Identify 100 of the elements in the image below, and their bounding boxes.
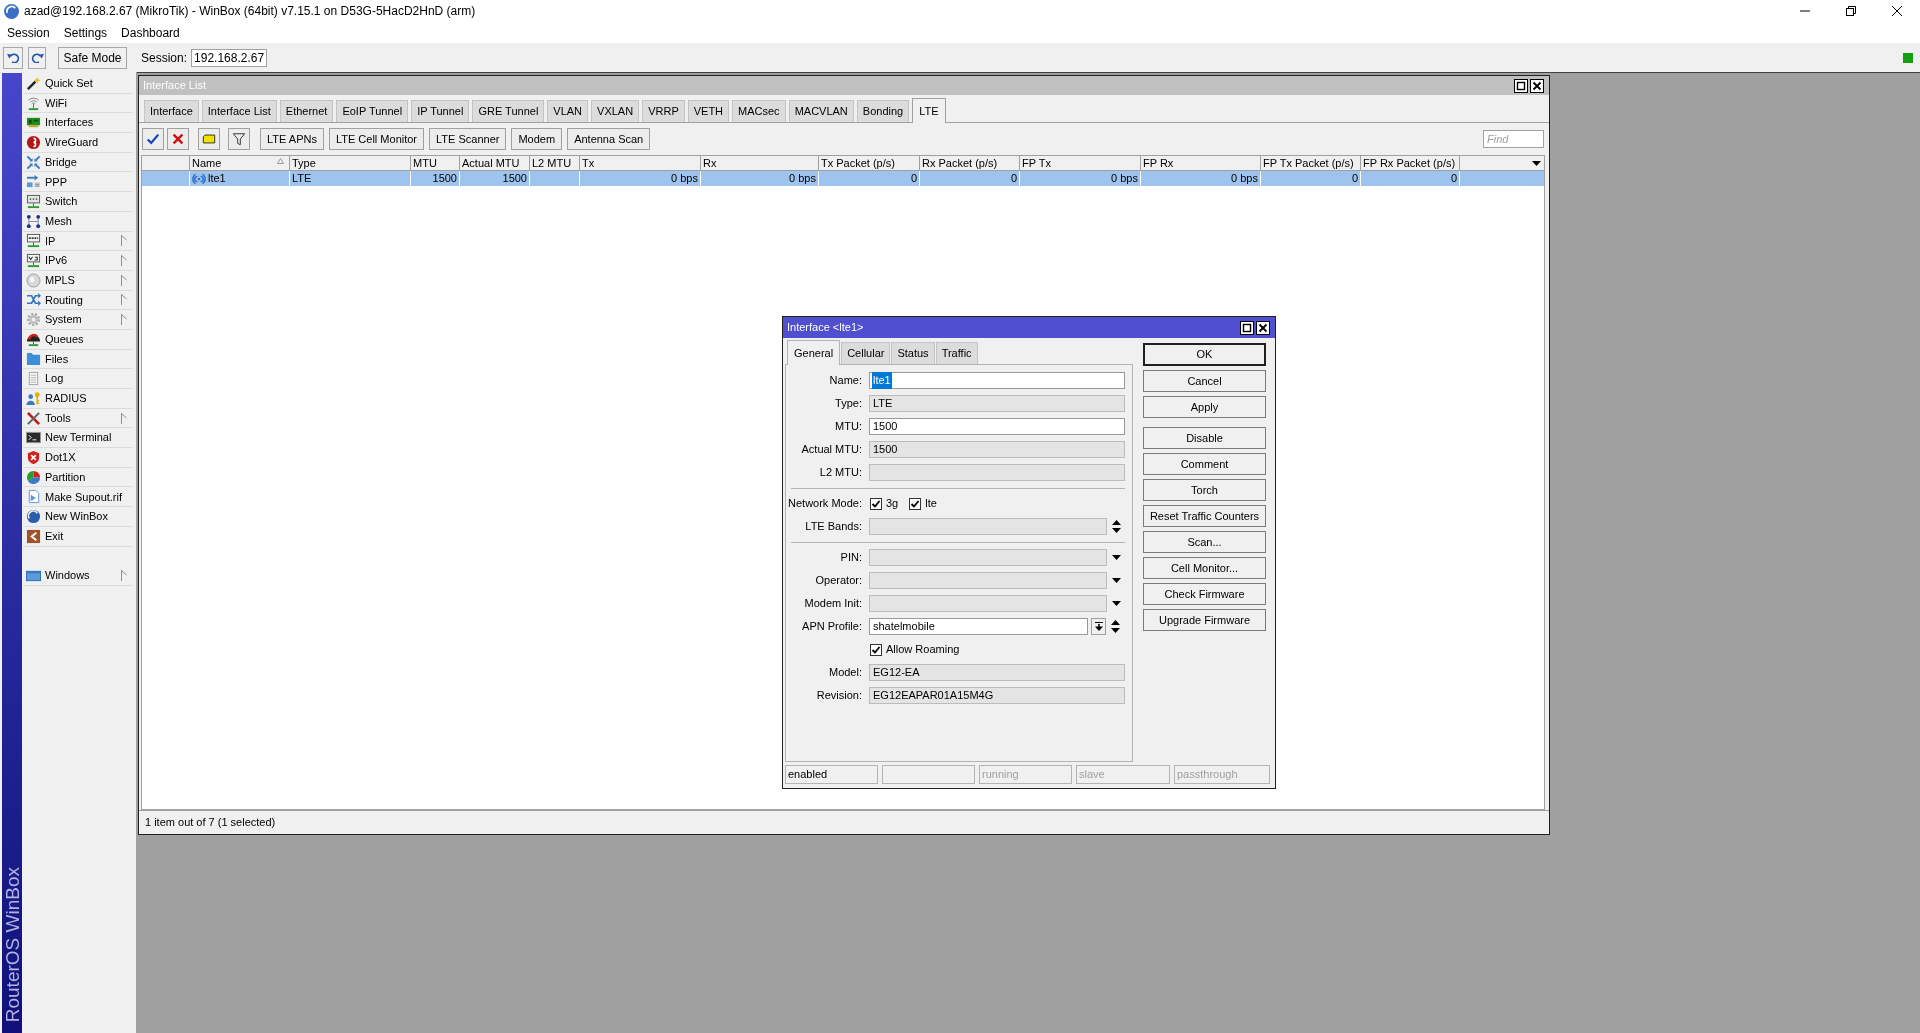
input-field[interactable] xyxy=(869,572,1107,589)
tab[interactable]: IP Tunnel xyxy=(411,100,470,122)
dropdown-arrow-icon[interactable] xyxy=(1111,601,1121,606)
sidebar-item[interactable]: PPP xyxy=(23,172,133,193)
sidebar-item[interactable]: New Terminal xyxy=(23,428,133,449)
dialog-button[interactable]: OK xyxy=(1143,343,1266,366)
dialog-button[interactable]: Upgrade Firmware xyxy=(1143,609,1266,631)
toolbar-button[interactable]: LTE Cell Monitor xyxy=(328,128,425,150)
input-field[interactable]: 1500 xyxy=(869,441,1125,458)
toolbar-button[interactable]: LTE APNs xyxy=(260,128,324,150)
dialog-button[interactable]: Torch xyxy=(1143,479,1266,501)
menu-item[interactable]: Session xyxy=(7,23,50,42)
column-header[interactable]: Tx xyxy=(580,156,701,171)
dialog-button[interactable]: Apply xyxy=(1143,396,1266,418)
dialog-button[interactable]: Disable xyxy=(1143,427,1266,449)
checkbox[interactable] xyxy=(909,497,922,510)
column-header[interactable]: Tx Packet (p/s) xyxy=(819,156,920,171)
redo-button[interactable] xyxy=(28,46,46,69)
sidebar-item[interactable]: RADIUS xyxy=(23,389,133,409)
filter-button[interactable] xyxy=(228,128,250,150)
sidebar-item[interactable]: Tools xyxy=(23,408,133,429)
input-field[interactable]: shatelmobile xyxy=(869,618,1088,635)
safe-mode-button[interactable]: Safe Mode xyxy=(58,46,127,69)
dialog-button[interactable]: Cell Monitor... xyxy=(1143,557,1266,579)
tab[interactable]: Interface xyxy=(144,100,199,122)
input-field[interactable] xyxy=(869,518,1107,535)
tab[interactable]: General xyxy=(787,340,841,365)
column-header[interactable]: L2 MTU xyxy=(530,156,580,171)
toolbar-button[interactable]: Modem xyxy=(511,128,563,150)
tab[interactable]: VLAN xyxy=(547,100,589,122)
close-icon[interactable] xyxy=(1530,78,1544,93)
sidebar-item[interactable]: WiFi xyxy=(23,93,133,114)
column-header[interactable]: FP Tx xyxy=(1020,156,1141,171)
cross-button[interactable] xyxy=(167,128,189,150)
restore-icon[interactable] xyxy=(1846,6,1856,16)
close-icon[interactable] xyxy=(1256,320,1270,335)
input-field[interactable]: LTE xyxy=(869,395,1125,412)
sidebar-item[interactable]: Exit xyxy=(23,526,133,547)
column-header[interactable]: FP Rx Packet (p/s) xyxy=(1361,156,1460,171)
dropdown-button[interactable] xyxy=(1091,618,1106,635)
sidebar-item[interactable]: Quick Set xyxy=(23,74,133,94)
input-field[interactable]: lte1 xyxy=(869,372,1125,389)
column-header[interactable]: Name xyxy=(190,156,290,171)
sidebar-item[interactable]: Log xyxy=(23,369,133,389)
sidebar-item[interactable]: New WinBox xyxy=(23,507,133,527)
tab[interactable]: LTE xyxy=(912,98,946,123)
maximize-icon[interactable] xyxy=(1240,320,1254,335)
tab[interactable]: Interface List xyxy=(201,100,277,122)
tab[interactable]: VRRP xyxy=(642,100,685,122)
search-field[interactable]: Find xyxy=(1483,130,1544,148)
sidebar-item[interactable]: Routing xyxy=(23,290,133,311)
dialog-button[interactable]: Reset Traffic Counters xyxy=(1143,505,1266,527)
dialog-button[interactable]: Comment xyxy=(1143,453,1266,475)
input-field[interactable] xyxy=(869,464,1125,481)
tab[interactable]: MACVLAN xyxy=(788,100,854,122)
sidebar-item[interactable]: IP xyxy=(23,231,133,252)
checkbox[interactable] xyxy=(870,497,882,510)
sidebar-item[interactable]: IPv6 xyxy=(23,251,133,271)
table-row[interactable]: lte1 LTE 1500 1500 0 bps 0 bps 0 0 0 bps 0 bps 0 0 xyxy=(142,171,1544,186)
spinner-arrows-icon[interactable] xyxy=(1111,520,1121,533)
sidebar-item[interactable]: Partition xyxy=(23,467,133,488)
menu-item[interactable]: Settings xyxy=(63,23,108,42)
input-field[interactable] xyxy=(869,595,1107,612)
column-header[interactable]: FP Rx xyxy=(1141,156,1261,171)
tab[interactable]: Traffic xyxy=(935,342,978,364)
input-field[interactable] xyxy=(869,549,1107,566)
sidebar-item[interactable]: Switch xyxy=(23,192,133,212)
sidebar-item[interactable]: System xyxy=(23,310,133,330)
comment-button[interactable] xyxy=(198,128,220,150)
sidebar-item[interactable]: Mesh xyxy=(23,211,133,232)
tab[interactable]: Status xyxy=(891,342,935,364)
dropdown-arrow-icon[interactable] xyxy=(1111,555,1121,560)
tab[interactable]: Ethernet xyxy=(279,100,334,122)
sidebar-item[interactable]: Files xyxy=(23,349,133,370)
tab[interactable]: Cellular xyxy=(841,342,891,364)
sidebar-item[interactable]: WireGuard xyxy=(23,133,133,153)
column-header[interactable]: Type xyxy=(290,156,411,171)
input-field[interactable]: EG12EAPAR01A15M4G xyxy=(869,687,1125,704)
tab[interactable]: VXLAN xyxy=(591,100,640,122)
tab[interactable]: Bonding xyxy=(856,100,910,122)
maximize-icon[interactable] xyxy=(1514,78,1528,93)
sidebar-item[interactable]: Queues xyxy=(23,329,133,350)
tab[interactable]: MACsec xyxy=(732,100,786,122)
session-field[interactable]: 192.168.2.67 xyxy=(191,48,268,67)
column-header[interactable]: Actual MTU xyxy=(460,156,530,171)
sidebar-item[interactable]: Windows xyxy=(23,566,133,586)
tab[interactable]: GRE Tunnel xyxy=(472,100,545,122)
input-field[interactable]: 1500 xyxy=(869,418,1125,435)
check-button[interactable] xyxy=(142,128,164,150)
sidebar-item[interactable]: Make Supout.rif xyxy=(23,487,133,508)
dialog-button[interactable]: Scan... xyxy=(1143,531,1266,553)
checkbox[interactable] xyxy=(870,643,882,656)
toolbar-button[interactable]: LTE Scanner xyxy=(429,128,507,150)
close-icon[interactable] xyxy=(1892,6,1902,16)
dropdown-arrow-icon[interactable] xyxy=(1111,578,1121,583)
spinner-arrows-icon[interactable] xyxy=(1111,620,1120,633)
column-header[interactable]: MTU xyxy=(411,156,460,171)
tab[interactable]: EoIP Tunnel xyxy=(336,100,409,122)
sidebar-item[interactable]: Interfaces xyxy=(23,113,133,134)
undo-button[interactable] xyxy=(3,46,23,69)
